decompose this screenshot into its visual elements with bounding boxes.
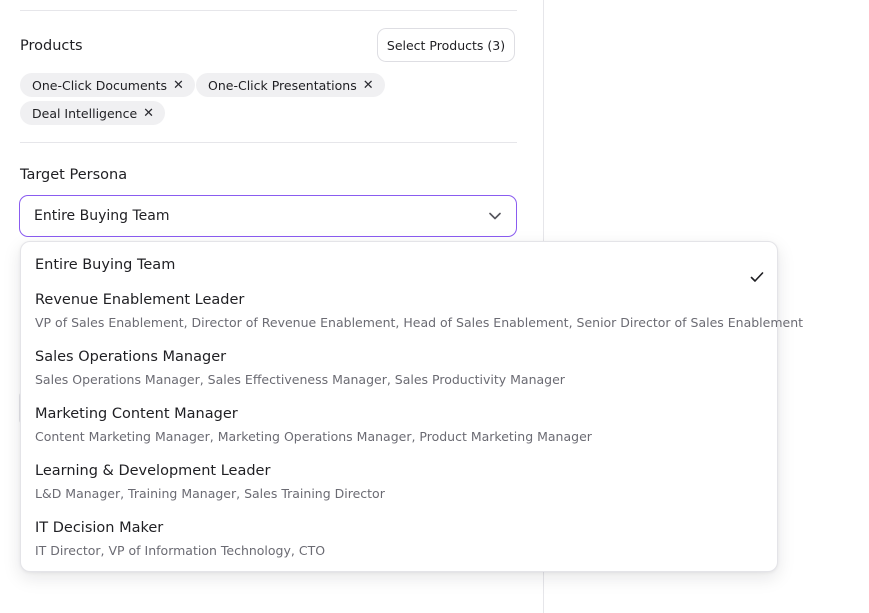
option-title: Sales Operations Manager xyxy=(35,349,227,365)
selected-value: Entire Buying Team xyxy=(34,208,170,224)
persona-option-revenue-enablement-leader[interactable]: Revenue Enablement Leader VP of Sales En… xyxy=(21,291,804,331)
section-divider-top xyxy=(20,10,517,11)
chip-label: Deal Intelligence xyxy=(32,105,138,121)
products-label: Products xyxy=(20,38,83,54)
product-chip: One-Click Presentations ✕ xyxy=(196,73,385,97)
chip-label: One-Click Documents xyxy=(32,77,167,93)
product-chip: One-Click Documents ✕ xyxy=(20,73,195,97)
select-products-button[interactable]: Select Products (3) xyxy=(377,28,515,62)
option-title: Entire Buying Team xyxy=(35,257,176,273)
target-persona-label: Target Persona xyxy=(20,167,128,183)
option-subtitle: Content Marketing Manager, Marketing Ope… xyxy=(35,429,592,444)
persona-option-entire-buying-team[interactable]: Entire Buying Team xyxy=(21,256,777,282)
close-icon[interactable]: ✕ xyxy=(143,106,154,121)
option-title: Learning & Development Leader xyxy=(35,463,271,479)
persona-option-sales-operations-manager[interactable]: Sales Operations Manager Sales Operation… xyxy=(21,348,777,388)
chip-label: One-Click Presentations xyxy=(208,77,357,93)
campaign-form-panel: Products Select Products (3) One-Click D… xyxy=(0,0,869,613)
option-subtitle: VP of Sales Enablement, Director of Reve… xyxy=(35,315,804,330)
option-subtitle: L&D Manager, Training Manager, Sales Tra… xyxy=(35,486,385,501)
checkmark-icon xyxy=(750,272,764,282)
close-icon[interactable]: ✕ xyxy=(173,78,184,93)
option-title: Revenue Enablement Leader xyxy=(35,292,245,308)
chevron-down-icon xyxy=(488,209,502,223)
option-subtitle: Sales Operations Manager, Sales Effectiv… xyxy=(35,372,565,387)
persona-option-learning-development-leader[interactable]: Learning & Development Leader L&D Manage… xyxy=(21,462,777,502)
product-chip: Deal Intelligence ✕ xyxy=(20,101,166,125)
section-divider-middle xyxy=(20,142,517,143)
persona-dropdown-menu: Entire Buying Team Revenue Enablement Le… xyxy=(20,241,804,572)
option-title: Marketing Content Manager xyxy=(35,406,238,422)
option-subtitle: IT Director, VP of Information Technolog… xyxy=(35,543,326,558)
persona-option-it-decision-maker[interactable]: IT Decision Maker IT Director, VP of Inf… xyxy=(21,519,777,559)
close-icon[interactable]: ✕ xyxy=(363,78,374,93)
target-persona-select[interactable]: Entire Buying Team xyxy=(19,195,517,237)
persona-option-marketing-content-manager[interactable]: Marketing Content Manager Content Market… xyxy=(21,405,777,445)
option-title: IT Decision Maker xyxy=(35,520,164,536)
